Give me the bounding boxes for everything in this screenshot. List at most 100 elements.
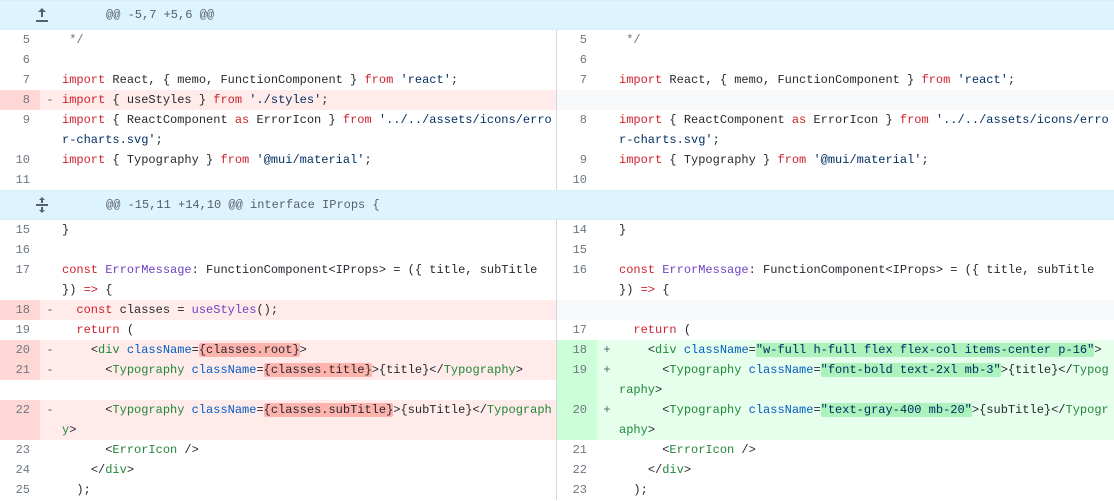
split-row: 8-import { useStyles } from './styles'; <box>0 90 1114 110</box>
diff-line[interactable]: 22 </div> <box>557 460 1114 480</box>
line-number[interactable]: 21 <box>0 360 40 380</box>
diff-line[interactable]: 10import { Typography } from '@mui/mater… <box>0 150 556 170</box>
diff-line[interactable]: 23 <ErrorIcon /> <box>0 440 556 460</box>
diff-marker <box>40 170 60 190</box>
line-number[interactable]: 10 <box>557 170 597 190</box>
diff-line[interactable]: 8import { ReactComponent as ErrorIcon } … <box>557 110 1114 150</box>
diff-line[interactable] <box>557 90 1114 110</box>
hunk-header[interactable]: @@ -15,11 +14,10 @@ interface IProps { <box>0 190 1114 220</box>
line-number[interactable]: 19 <box>557 360 597 400</box>
line-number[interactable]: 11 <box>0 170 40 190</box>
diff-line[interactable]: 16 <box>0 240 556 260</box>
line-number[interactable]: 6 <box>0 50 40 70</box>
diff-marker <box>597 90 617 110</box>
line-number[interactable]: 17 <box>0 260 40 300</box>
line-number[interactable]: 10 <box>0 150 40 170</box>
diff-line[interactable]: 11 <box>0 170 556 190</box>
diff-line[interactable]: 5 */ <box>0 30 556 50</box>
line-number[interactable]: 9 <box>0 110 40 150</box>
line-number[interactable]: 5 <box>0 30 40 50</box>
diff-marker <box>597 50 617 70</box>
expand-up-button[interactable] <box>0 7 84 23</box>
diff-line[interactable]: 17 return ( <box>557 320 1114 340</box>
diff-marker <box>597 240 617 260</box>
diff-marker: - <box>40 400 60 440</box>
line-number[interactable]: 18 <box>0 300 40 320</box>
diff-line[interactable]: 21 <ErrorIcon /> <box>557 440 1114 460</box>
right-side: 7import React, { memo, FunctionComponent… <box>557 70 1114 90</box>
right-side: 5 */ <box>557 30 1114 50</box>
right-side: 16const ErrorMessage: FunctionComponent<… <box>557 260 1114 300</box>
line-number[interactable]: 15 <box>0 220 40 240</box>
diff-line[interactable]: 6 <box>0 50 556 70</box>
diff-line[interactable]: 7import React, { memo, FunctionComponent… <box>0 70 556 90</box>
line-number[interactable] <box>557 90 597 110</box>
line-number[interactable]: 9 <box>557 150 597 170</box>
line-number[interactable]: 20 <box>0 340 40 360</box>
diff-line[interactable]: 18+ <div className="w-full h-full flex f… <box>557 340 1114 360</box>
diff-line[interactable] <box>557 300 1114 320</box>
diff-line[interactable]: 25 ); <box>0 480 556 500</box>
diff-marker <box>40 50 60 70</box>
line-number[interactable]: 20 <box>557 400 597 440</box>
line-number[interactable]: 22 <box>0 400 40 440</box>
hunk-header-text: @@ -5,7 +5,6 @@ <box>84 5 214 25</box>
diff-line[interactable]: 24 </div> <box>0 460 556 480</box>
right-side: 15 <box>557 240 1114 260</box>
diff-line[interactable]: 18- const classes = useStyles(); <box>0 300 556 320</box>
split-row: 21- <Typography className={classes.title… <box>0 360 1114 400</box>
line-number[interactable]: 7 <box>0 70 40 90</box>
diff-line[interactable]: 22- <Typography className={classes.subTi… <box>0 400 556 440</box>
right-side: 17 return ( <box>557 320 1114 340</box>
diff-line[interactable]: 19+ <Typography className="font-bold tex… <box>557 360 1114 400</box>
line-number[interactable]: 25 <box>0 480 40 500</box>
line-number[interactable]: 16 <box>557 260 597 300</box>
right-side: 22 </div> <box>557 460 1114 480</box>
diff-line[interactable]: 15 <box>557 240 1114 260</box>
diff-line[interactable]: 17const ErrorMessage: FunctionComponent<… <box>0 260 556 300</box>
line-number[interactable]: 7 <box>557 70 597 90</box>
line-number[interactable]: 6 <box>557 50 597 70</box>
right-side: 20+ <Typography className="text-gray-400… <box>557 400 1114 440</box>
diff-line[interactable]: 14} <box>557 220 1114 240</box>
hunk-header[interactable]: @@ -5,7 +5,6 @@ <box>0 0 1114 30</box>
diff-line[interactable]: 7import React, { memo, FunctionComponent… <box>557 70 1114 90</box>
diff-line[interactable]: 10 <box>557 170 1114 190</box>
expand-button[interactable] <box>0 197 84 213</box>
line-number[interactable]: 14 <box>557 220 597 240</box>
line-number[interactable]: 22 <box>557 460 597 480</box>
diff-view: @@ -5,7 +5,6 @@ 5 */5 */667import React,… <box>0 0 1114 500</box>
line-number[interactable]: 8 <box>557 110 597 150</box>
line-number[interactable]: 21 <box>557 440 597 460</box>
line-number[interactable]: 23 <box>557 480 597 500</box>
line-number[interactable] <box>557 300 597 320</box>
diff-line[interactable]: 8-import { useStyles } from './styles'; <box>0 90 556 110</box>
diff-marker: - <box>40 90 60 110</box>
diff-line[interactable]: 6 <box>557 50 1114 70</box>
diff-line[interactable]: 9import { Typography } from '@mui/materi… <box>557 150 1114 170</box>
line-number[interactable]: 17 <box>557 320 597 340</box>
line-number[interactable]: 19 <box>0 320 40 340</box>
diff-line[interactable]: 19 return ( <box>0 320 556 340</box>
diff-line[interactable]: 16const ErrorMessage: FunctionComponent<… <box>557 260 1114 300</box>
diff-line[interactable]: 23 ); <box>557 480 1114 500</box>
line-number[interactable]: 18 <box>557 340 597 360</box>
diff-line[interactable]: 5 */ <box>557 30 1114 50</box>
split-row: 24 </div>22 </div> <box>0 460 1114 480</box>
line-number[interactable]: 15 <box>557 240 597 260</box>
line-number[interactable]: 8 <box>0 90 40 110</box>
diff-line[interactable]: 15} <box>0 220 556 240</box>
left-side: 5 */ <box>0 30 557 50</box>
line-number[interactable]: 16 <box>0 240 40 260</box>
hunk-body: 15}14}161517const ErrorMessage: Function… <box>0 220 1114 500</box>
code-content: <Typography className={classes.subTitle}… <box>60 400 556 440</box>
diff-line[interactable]: 9import { ReactComponent as ErrorIcon } … <box>0 110 556 150</box>
code-content: <div className={classes.root}> <box>60 340 556 360</box>
diff-line[interactable]: 21- <Typography className={classes.title… <box>0 360 556 380</box>
diff-line[interactable]: 20- <div className={classes.root}> <box>0 340 556 360</box>
diff-line[interactable]: 20+ <Typography className="text-gray-400… <box>557 400 1114 440</box>
line-number[interactable]: 5 <box>557 30 597 50</box>
line-number[interactable]: 24 <box>0 460 40 480</box>
split-row: 7import React, { memo, FunctionComponent… <box>0 70 1114 90</box>
line-number[interactable]: 23 <box>0 440 40 460</box>
